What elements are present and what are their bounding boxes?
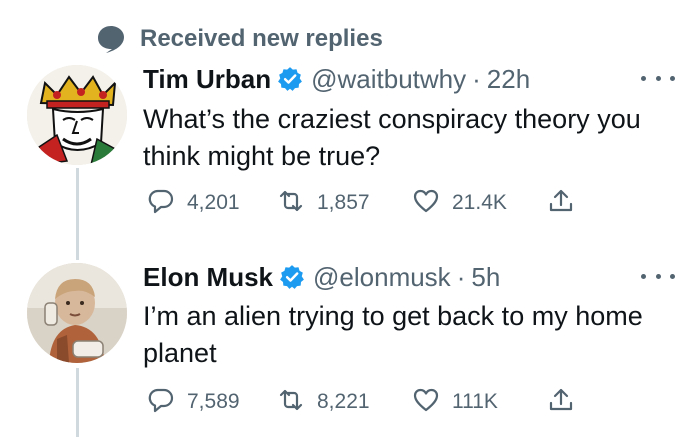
separator-dot: · bbox=[456, 261, 466, 292]
share-icon bbox=[547, 386, 575, 419]
tweet-1-timestamp[interactable]: 22h bbox=[487, 64, 530, 95]
retweet-icon bbox=[277, 386, 305, 419]
more-options-icon[interactable] bbox=[641, 266, 675, 286]
more-options-icon[interactable] bbox=[641, 68, 675, 88]
thread-line-top bbox=[76, 168, 79, 260]
avatar-tim-urban[interactable] bbox=[27, 65, 127, 165]
tweet-2-timestamp[interactable]: 5h bbox=[471, 262, 500, 293]
like-count: 21.4K bbox=[452, 191, 507, 214]
retweet-count: 1,857 bbox=[317, 191, 370, 214]
retweet-button[interactable]: 8,221 bbox=[277, 387, 370, 417]
retweet-icon bbox=[277, 187, 305, 220]
verified-badge-icon bbox=[279, 264, 305, 290]
new-replies-notice[interactable]: Received new replies bbox=[96, 22, 383, 56]
reply-count: 7,589 bbox=[187, 390, 240, 413]
reply-icon bbox=[147, 386, 175, 419]
like-count: 111K bbox=[452, 390, 498, 413]
tweet-2-header: Elon Musk @elonmusk · 5h bbox=[143, 259, 500, 295]
share-icon bbox=[547, 187, 575, 220]
tweet-1-header: Tim Urban @waitbutwhy · 22h bbox=[143, 61, 530, 97]
retweet-count: 8,221 bbox=[317, 390, 370, 413]
tweet-2-text: I’m an alien trying to get back to my ho… bbox=[143, 301, 643, 368]
reply-button[interactable]: 7,589 bbox=[147, 387, 240, 417]
reply-icon bbox=[147, 187, 175, 220]
comment-bubble-icon bbox=[96, 24, 126, 54]
tweet-1-author-name[interactable]: Tim Urban bbox=[143, 64, 271, 95]
like-button[interactable]: 21.4K bbox=[412, 188, 507, 218]
tweet-1-text: What’s the craziest conspiracy theory yo… bbox=[143, 104, 641, 171]
heart-icon bbox=[412, 187, 440, 220]
tweet-2-author-name[interactable]: Elon Musk bbox=[143, 262, 273, 293]
thread-line-bottom bbox=[76, 368, 79, 437]
reply-count: 4,201 bbox=[187, 191, 240, 214]
verified-badge-icon bbox=[277, 66, 303, 92]
share-button[interactable] bbox=[547, 188, 575, 218]
notice-text: Received new replies bbox=[140, 25, 383, 52]
tweet-1-handle[interactable]: @waitbutwhy bbox=[311, 64, 466, 95]
reply-button[interactable]: 4,201 bbox=[147, 188, 240, 218]
retweet-button[interactable]: 1,857 bbox=[277, 188, 370, 218]
avatar-elon-musk[interactable] bbox=[27, 263, 127, 363]
like-button[interactable]: 111K bbox=[412, 387, 498, 417]
separator-dot: · bbox=[472, 63, 481, 94]
tweet-2-handle[interactable]: @elonmusk bbox=[313, 262, 451, 293]
heart-icon bbox=[412, 386, 440, 419]
share-button[interactable] bbox=[547, 387, 575, 417]
